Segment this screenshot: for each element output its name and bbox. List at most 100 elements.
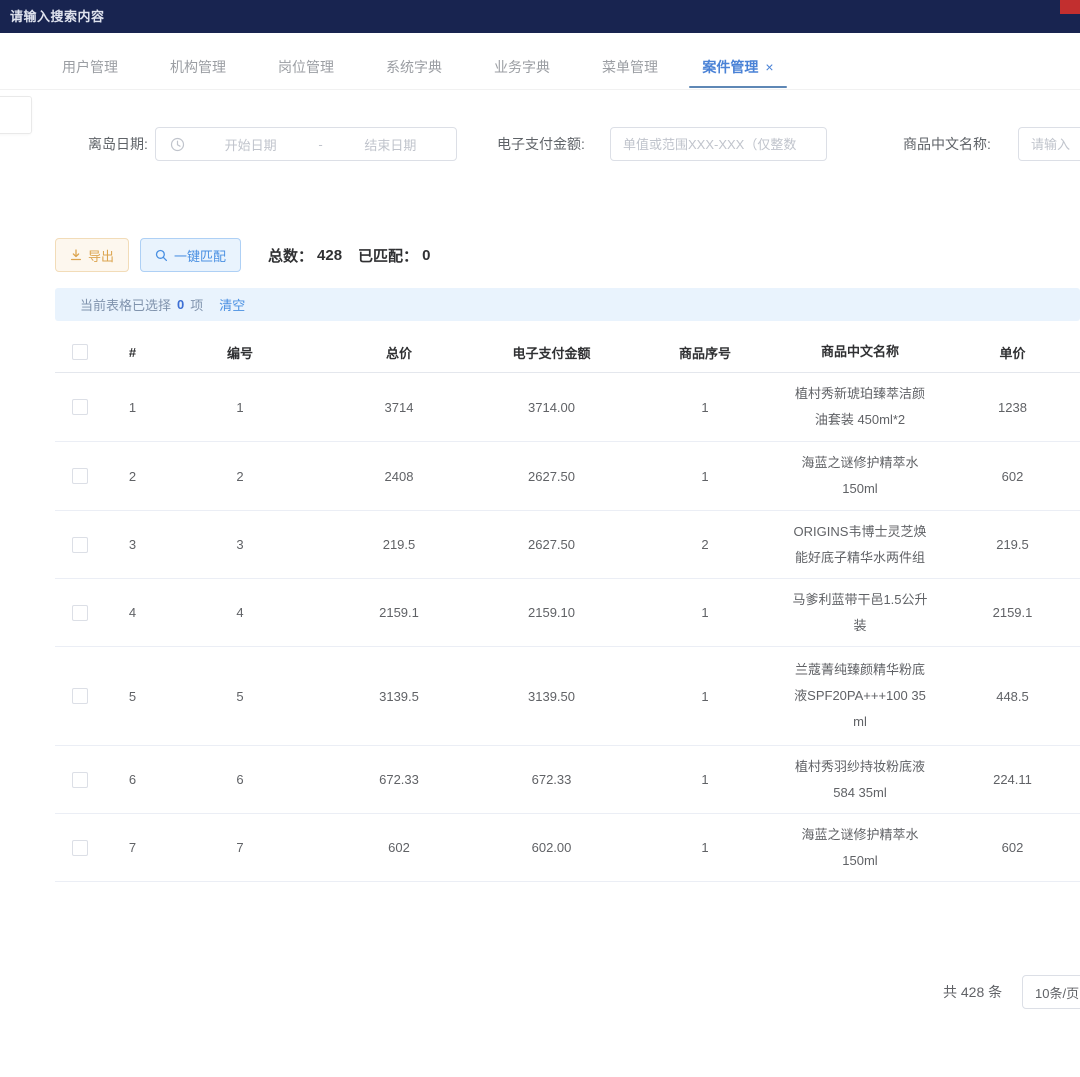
close-icon[interactable]: ×	[765, 59, 773, 75]
export-button[interactable]: 导出	[55, 238, 129, 272]
table-row: 5 5 3139.5 3139.50 1 兰蔻菁纯臻颜精华粉底液SPF20PA+…	[55, 647, 1080, 746]
cell-name: 兰蔻菁纯臻颜精华粉底液SPF20PA+++100 35 ml	[785, 657, 935, 735]
cell-total: 672.33	[320, 772, 478, 787]
cell-seq: 1	[625, 689, 785, 704]
search-icon	[155, 249, 168, 262]
corner-badge	[1060, 0, 1080, 14]
cell-unit: 2159.1	[935, 605, 1080, 620]
select-all-cell	[55, 344, 105, 361]
col-unit: 单价	[935, 343, 1080, 362]
epay-amount-label: 电子支付金额:	[497, 127, 585, 161]
table-row: 6 6 672.33 672.33 1 植村秀羽纱持妆粉底液 584 35ml …	[55, 746, 1080, 814]
cell-seq: 1	[625, 605, 785, 620]
top-navbar: 请输入搜索内容	[0, 0, 1080, 33]
cell-code: 6	[160, 772, 320, 787]
row-checkbox[interactable]	[72, 772, 88, 788]
date-range-separator: -	[316, 137, 324, 152]
cell-epay: 2627.50	[478, 537, 625, 552]
cell-unit: 602	[935, 840, 1080, 855]
tab-post-management[interactable]: 岗位管理	[252, 44, 360, 89]
select-all-checkbox[interactable]	[72, 344, 88, 360]
cell-total: 602	[320, 840, 478, 855]
cell-seq: 1	[625, 840, 785, 855]
tab-business-dict[interactable]: 业务字典	[468, 44, 576, 89]
cell-seq: 1	[625, 469, 785, 484]
depart-date-label: 离岛日期:	[88, 127, 148, 161]
row-checkbox[interactable]	[72, 688, 88, 704]
tab-menu-management[interactable]: 菜单管理	[576, 44, 684, 89]
cell-index: 7	[105, 840, 160, 855]
col-seq: 商品序号	[625, 343, 785, 362]
cell-seq: 1	[625, 772, 785, 787]
row-checkbox[interactable]	[72, 468, 88, 484]
cell-code: 4	[160, 605, 320, 620]
cell-total: 3139.5	[320, 689, 478, 704]
cell-name: 海蓝之谜修护精萃水 150ml	[785, 822, 935, 874]
cell-index: 5	[105, 689, 160, 704]
cell-index: 2	[105, 469, 160, 484]
active-tab-underline	[689, 86, 787, 88]
match-stats: 总数： 428 已匹配： 0	[268, 238, 430, 272]
total-count-value: 428	[317, 247, 342, 264]
row-checkbox[interactable]	[72, 537, 88, 553]
table-row: 2 2 2408 2627.50 1 海蓝之谜修护精萃水 150ml 602	[55, 442, 1080, 511]
results-table: # 编号 总价 电子支付金额 商品序号 商品中文名称 单价 1 1 3714 3…	[55, 332, 1080, 905]
product-name-input[interactable]	[1019, 128, 1080, 160]
selection-count: 0	[177, 297, 184, 312]
cell-code: 2	[160, 469, 320, 484]
row-checkbox[interactable]	[72, 840, 88, 856]
cell-total: 2159.1	[320, 605, 478, 620]
table-row: 3 3 219.5 2627.50 2 ORIGINS韦博士灵芝焕能好底子精华水…	[55, 511, 1080, 579]
cell-unit: 602	[935, 469, 1080, 484]
cell-total: 3714	[320, 400, 478, 415]
col-name: 商品中文名称	[785, 339, 935, 365]
col-index: #	[105, 345, 160, 360]
cell-epay: 2159.10	[478, 605, 625, 620]
epay-amount-input[interactable]	[611, 128, 826, 160]
row-checkbox[interactable]	[72, 605, 88, 621]
col-total: 总价	[320, 343, 478, 362]
table-header-row: # 编号 总价 电子支付金额 商品序号 商品中文名称 单价	[55, 332, 1080, 373]
cell-code: 7	[160, 840, 320, 855]
cell-index: 4	[105, 605, 160, 620]
global-search-input[interactable]: 请输入搜索内容	[10, 0, 105, 33]
cell-epay: 602.00	[478, 840, 625, 855]
product-name-field-box	[1018, 127, 1080, 161]
cell-total: 2408	[320, 469, 478, 484]
col-code: 编号	[160, 343, 320, 362]
end-date-input[interactable]: 结束日期	[325, 135, 456, 154]
page-size-select[interactable]: 10条/页	[1022, 975, 1080, 1009]
tab-system-dict[interactable]: 系统字典	[360, 44, 468, 89]
product-name-label: 商品中文名称:	[903, 127, 991, 161]
cell-total: 219.5	[320, 537, 478, 552]
table-row: 1 1 3714 3714.00 1 植村秀新琥珀臻萃洁颜油套装 450ml*2…	[55, 373, 1080, 442]
table-row: 8 8 1363.47 1363.47 1 卡诗菁纯亮泽经典香氛 453.11	[55, 882, 1080, 905]
cell-code: 5	[160, 689, 320, 704]
tab-user-management[interactable]: 用户管理	[36, 44, 144, 89]
cell-seq: 1	[625, 400, 785, 415]
cell-index: 3	[105, 537, 160, 552]
cell-epay: 3139.50	[478, 689, 625, 704]
tab-case-management[interactable]: 案件管理 ×	[684, 44, 792, 89]
cell-epay: 2627.50	[478, 469, 625, 484]
matched-count-label: 已匹配：	[358, 245, 418, 266]
cell-unit: 224.11	[935, 772, 1080, 787]
download-icon	[70, 249, 82, 261]
cell-index: 1	[105, 400, 160, 415]
selection-suffix: 项	[190, 295, 203, 314]
row-checkbox[interactable]	[72, 399, 88, 415]
epay-amount-field-box	[610, 127, 827, 161]
clock-icon	[170, 137, 185, 152]
cell-unit: 448.5	[935, 689, 1080, 704]
cell-code: 3	[160, 537, 320, 552]
cell-name: 马爹利蓝带干邑1.5公升装	[785, 587, 935, 639]
clear-selection-link[interactable]: 清空	[219, 295, 245, 314]
table-row: 4 4 2159.1 2159.10 1 马爹利蓝带干邑1.5公升装 2159.…	[55, 579, 1080, 647]
cell-seq: 2	[625, 537, 785, 552]
one-click-match-button[interactable]: 一键匹配	[140, 238, 241, 272]
cell-epay: 3714.00	[478, 400, 625, 415]
cell-name: 海蓝之谜修护精萃水 150ml	[785, 450, 935, 502]
depart-date-range-picker[interactable]: 开始日期 - 结束日期	[155, 127, 457, 161]
tab-org-management[interactable]: 机构管理	[144, 44, 252, 89]
start-date-input[interactable]: 开始日期	[185, 135, 316, 154]
